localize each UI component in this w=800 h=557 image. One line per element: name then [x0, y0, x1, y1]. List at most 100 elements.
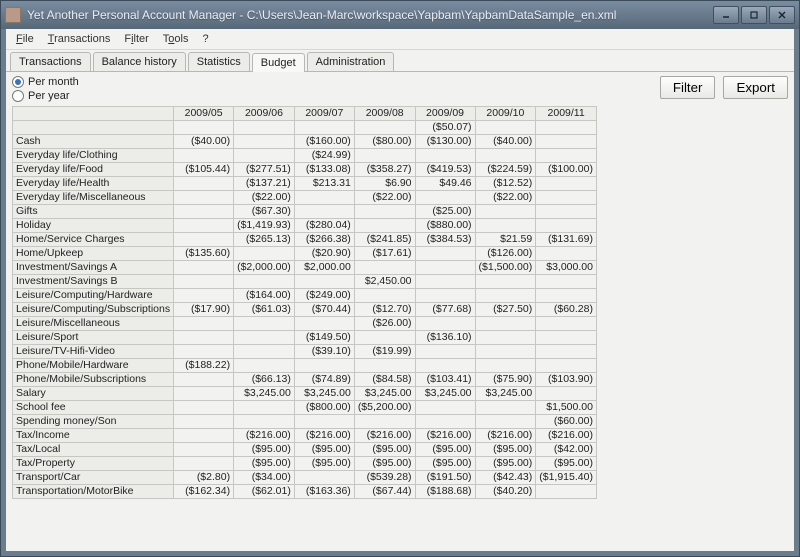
cell[interactable]: [475, 415, 536, 429]
radio-per-month[interactable]: Per month: [12, 76, 79, 88]
cell[interactable]: [174, 457, 234, 471]
cell[interactable]: [174, 289, 234, 303]
cell[interactable]: ($539.28): [354, 471, 415, 485]
cell[interactable]: ($84.58): [354, 373, 415, 387]
cell[interactable]: [415, 289, 475, 303]
cell[interactable]: ($216.00): [234, 429, 295, 443]
cell[interactable]: [234, 275, 295, 289]
cell[interactable]: [475, 205, 536, 219]
row-header[interactable]: Everyday life/Health: [13, 177, 174, 191]
cell[interactable]: [536, 177, 597, 191]
cell[interactable]: $6.90: [354, 177, 415, 191]
cell[interactable]: ($100.00): [536, 163, 597, 177]
cell[interactable]: ($40.20): [475, 485, 536, 499]
cell[interactable]: [354, 331, 415, 345]
cell[interactable]: [536, 247, 597, 261]
cell[interactable]: ($17.61): [354, 247, 415, 261]
row-header[interactable]: Transportation/MotorBike: [13, 485, 174, 499]
cell[interactable]: [415, 149, 475, 163]
cell[interactable]: ($800.00): [294, 401, 354, 415]
cell[interactable]: [475, 149, 536, 163]
cell[interactable]: ($95.00): [415, 443, 475, 457]
cell[interactable]: [234, 401, 295, 415]
cell[interactable]: [536, 191, 597, 205]
cell[interactable]: ($95.00): [354, 443, 415, 457]
cell[interactable]: $3,245.00: [234, 387, 295, 401]
cell[interactable]: [174, 387, 234, 401]
cell[interactable]: ($12.52): [475, 177, 536, 191]
cell[interactable]: ($224.59): [475, 163, 536, 177]
cell[interactable]: $1,500.00: [536, 401, 597, 415]
cell[interactable]: [415, 247, 475, 261]
cell[interactable]: [174, 275, 234, 289]
row-header[interactable]: Phone/Mobile/Subscriptions: [13, 373, 174, 387]
cell[interactable]: $3,245.00: [415, 387, 475, 401]
cell[interactable]: ($62.01): [234, 485, 295, 499]
minimize-button[interactable]: [713, 6, 739, 24]
cell[interactable]: [174, 261, 234, 275]
cell[interactable]: [174, 317, 234, 331]
cell[interactable]: [536, 121, 597, 135]
row-header[interactable]: Cash: [13, 135, 174, 149]
row-header[interactable]: Holiday: [13, 219, 174, 233]
cell[interactable]: [174, 177, 234, 191]
row-header[interactable]: Leisure/Computing/Hardware: [13, 289, 174, 303]
cell[interactable]: ($2,000.00): [234, 261, 295, 275]
cell[interactable]: ($419.53): [415, 163, 475, 177]
cell[interactable]: [174, 373, 234, 387]
cell[interactable]: [354, 359, 415, 373]
cell[interactable]: [415, 261, 475, 275]
cell[interactable]: ($130.00): [415, 135, 475, 149]
cell[interactable]: ($67.44): [354, 485, 415, 499]
cell[interactable]: [174, 219, 234, 233]
cell[interactable]: [174, 331, 234, 345]
cell[interactable]: [234, 317, 295, 331]
cell[interactable]: [415, 191, 475, 205]
export-button[interactable]: Export: [723, 76, 788, 99]
cell[interactable]: [294, 471, 354, 485]
budget-table-wrap[interactable]: 2009/052009/062009/072009/082009/092009/…: [6, 104, 794, 551]
cell[interactable]: ($66.13): [234, 373, 295, 387]
cell[interactable]: ($95.00): [475, 457, 536, 471]
cell[interactable]: [174, 401, 234, 415]
cell[interactable]: ($74.89): [294, 373, 354, 387]
cell[interactable]: [234, 359, 295, 373]
cell[interactable]: ($216.00): [294, 429, 354, 443]
cell[interactable]: [294, 275, 354, 289]
cell[interactable]: [234, 149, 295, 163]
cell[interactable]: ($5,200.00): [354, 401, 415, 415]
cell[interactable]: ($136.10): [415, 331, 475, 345]
cell[interactable]: [475, 331, 536, 345]
cell[interactable]: ($70.44): [294, 303, 354, 317]
cell[interactable]: ($60.28): [536, 303, 597, 317]
cell[interactable]: [536, 275, 597, 289]
cell[interactable]: ($188.68): [415, 485, 475, 499]
cell[interactable]: [354, 415, 415, 429]
cell[interactable]: ($1,500.00): [475, 261, 536, 275]
cell[interactable]: [415, 415, 475, 429]
row-header[interactable]: Leisure/Miscellaneous: [13, 317, 174, 331]
cell[interactable]: ($22.00): [234, 191, 295, 205]
cell[interactable]: [354, 261, 415, 275]
menu-transactions[interactable]: Transactions: [42, 31, 117, 47]
row-header[interactable]: Leisure/TV-Hifi-Video: [13, 345, 174, 359]
row-header[interactable]: Phone/Mobile/Hardware: [13, 359, 174, 373]
row-header[interactable]: Spending money/Son: [13, 415, 174, 429]
cell[interactable]: [294, 317, 354, 331]
cell[interactable]: ($40.00): [475, 135, 536, 149]
cell[interactable]: ($103.41): [415, 373, 475, 387]
cell[interactable]: ($1,915.40): [536, 471, 597, 485]
cell[interactable]: $3,245.00: [475, 387, 536, 401]
column-header[interactable]: 2009/07: [294, 107, 354, 121]
row-header[interactable]: Everyday life/Miscellaneous: [13, 191, 174, 205]
cell[interactable]: ($19.99): [354, 345, 415, 359]
cell[interactable]: [234, 345, 295, 359]
cell[interactable]: [234, 331, 295, 345]
cell[interactable]: ($880.00): [415, 219, 475, 233]
row-header[interactable]: Tax/Property: [13, 457, 174, 471]
cell[interactable]: ($266.38): [294, 233, 354, 247]
cell[interactable]: ($280.04): [294, 219, 354, 233]
cell[interactable]: ($216.00): [475, 429, 536, 443]
cell[interactable]: ($75.90): [475, 373, 536, 387]
cell[interactable]: [294, 205, 354, 219]
